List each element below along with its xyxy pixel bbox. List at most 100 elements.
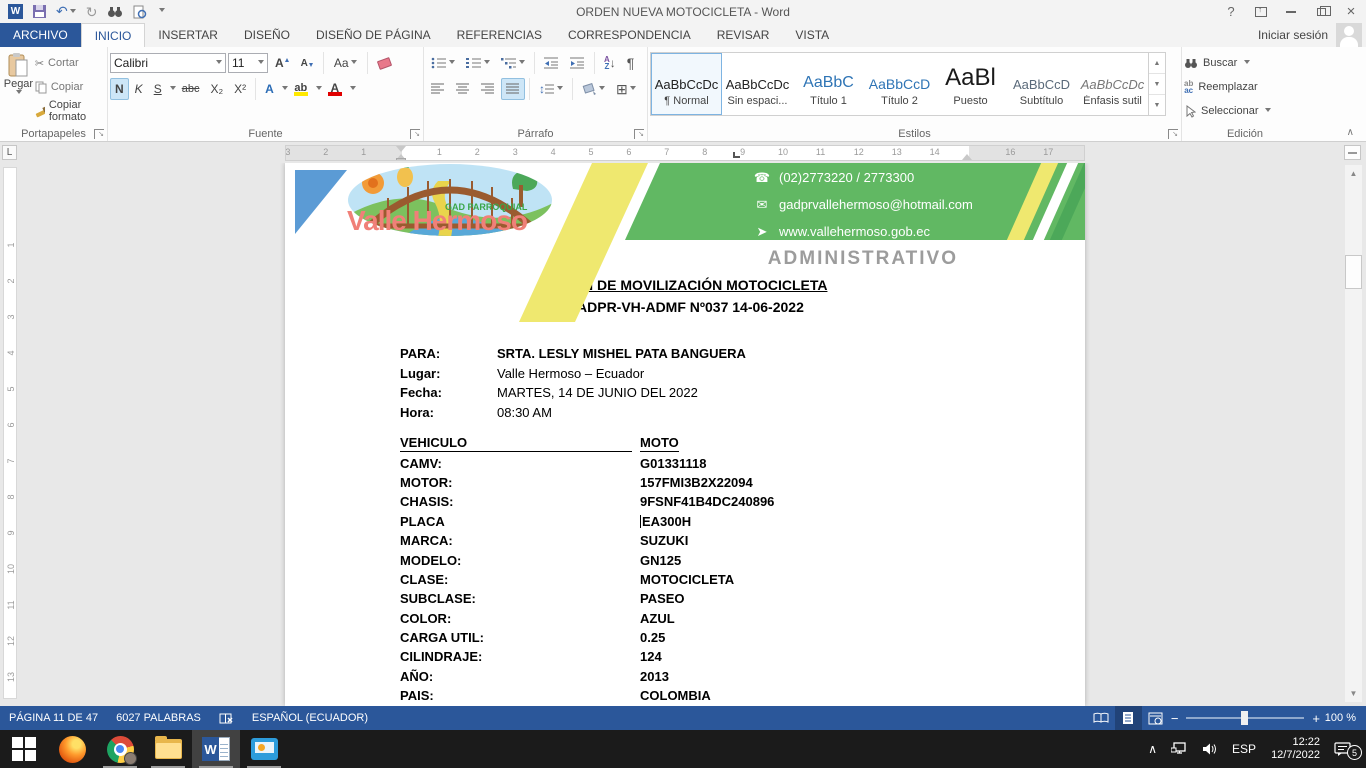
align-left-button[interactable] <box>426 78 450 100</box>
read-mode-button[interactable] <box>1088 706 1115 730</box>
tab-archivo[interactable]: ARCHIVO <box>0 23 81 47</box>
style-enfasis-sutil[interactable]: AaBbCcDcÉnfasis sutil <box>1077 53 1148 115</box>
shading-button[interactable] <box>577 78 610 100</box>
font-name-select[interactable]: Calibri <box>110 53 226 73</box>
find-icon[interactable] <box>107 5 123 18</box>
print-layout-button[interactable] <box>1115 706 1142 730</box>
right-indent-marker[interactable] <box>962 149 972 160</box>
strikethrough-button[interactable]: abc <box>177 78 205 100</box>
style-titulo-2[interactable]: AaBbCcDTítulo 2 <box>864 53 935 115</box>
action-center[interactable]: 5 <box>1328 741 1366 757</box>
tab-stop-marker[interactable] <box>733 152 740 158</box>
align-right-button[interactable] <box>476 78 500 100</box>
undo-button[interactable]: ↶ <box>56 4 76 19</box>
tab-selector[interactable]: L <box>2 145 17 160</box>
zoom-out-button[interactable]: − <box>1169 711 1181 726</box>
scroll-up-icon[interactable]: ▲ <box>1345 165 1362 182</box>
show-marks-button[interactable]: ¶ <box>622 52 640 74</box>
close-icon[interactable]: × <box>1336 0 1366 23</box>
grow-font-button[interactable]: A <box>270 52 294 74</box>
borders-button[interactable]: ⊞ <box>611 78 641 100</box>
v-ruler[interactable]: 1234567891011121314 <box>3 167 17 699</box>
tab-inicio[interactable]: INICIO <box>81 23 146 47</box>
zoom-level[interactable]: 100 % <box>1322 712 1366 724</box>
multilevel-list-button[interactable] <box>496 52 530 74</box>
style-puesto[interactable]: AaBlPuesto <box>935 53 1006 115</box>
keyboard-language[interactable]: ESP <box>1225 742 1263 756</box>
line-spacing-button[interactable]: ↕ <box>534 78 568 100</box>
superscript-button[interactable]: X² <box>229 78 251 100</box>
shrink-font-button[interactable]: A <box>296 52 318 74</box>
decrease-indent-button[interactable] <box>539 52 564 74</box>
avatar[interactable] <box>1336 23 1362 47</box>
zoom-in-button[interactable]: + <box>1310 711 1322 726</box>
sign-in-link[interactable]: Iniciar sesión <box>1258 28 1328 42</box>
redo-icon[interactable]: ↻ <box>86 5 98 19</box>
bullets-button[interactable] <box>426 52 460 74</box>
find-button[interactable]: Buscar <box>1184 52 1306 74</box>
tab-correspondencia[interactable]: CORRESPONDENCIA <box>555 23 704 47</box>
ribbon-display-icon[interactable] <box>1246 0 1276 23</box>
minimize-icon[interactable] <box>1276 0 1306 23</box>
taskbar-word[interactable]: W <box>192 730 240 768</box>
tab-referencias[interactable]: REFERENCIAS <box>444 23 555 47</box>
tray-clock[interactable]: 12:22 12/7/2022 <box>1263 736 1328 762</box>
paste-button[interactable]: Pegar <box>2 50 35 122</box>
gallery-more-icon[interactable]: ▼ <box>1149 95 1165 115</box>
style-subtitulo[interactable]: AaBbCcDSubtítulo <box>1006 53 1077 115</box>
text-effects-button[interactable]: A <box>260 78 279 100</box>
replace-button[interactable]: abacReemplazar <box>1184 76 1306 98</box>
cut-button[interactable]: ✂Cortar <box>35 52 105 74</box>
align-center-button[interactable] <box>451 78 475 100</box>
volume-icon[interactable] <box>1195 742 1225 756</box>
vertical-scrollbar[interactable]: ▲ ▼ <box>1345 165 1362 702</box>
help-icon[interactable]: ? <box>1216 0 1246 23</box>
increase-indent-button[interactable] <box>565 52 590 74</box>
tab-insertar[interactable]: INSERTAR <box>145 23 231 47</box>
tab-revisar[interactable]: REVISAR <box>704 23 783 47</box>
taskbar-chart-app[interactable] <box>240 730 288 768</box>
bold-button[interactable]: N <box>110 78 129 100</box>
tray-chevron-icon[interactable]: ∧ <box>1141 742 1164 756</box>
change-case-button[interactable]: Aa <box>329 52 362 74</box>
start-button[interactable] <box>0 730 48 768</box>
italic-button[interactable]: K <box>130 78 148 100</box>
select-button[interactable]: Seleccionar <box>1184 100 1306 122</box>
underline-button[interactable]: S <box>149 78 167 100</box>
qat-customize-icon[interactable] <box>159 8 165 15</box>
zoom-slider[interactable] <box>1186 717 1304 719</box>
word-count[interactable]: 6027 PALABRAS <box>107 706 210 730</box>
split-view-button[interactable] <box>1344 145 1361 160</box>
gallery-down-icon[interactable]: ▼ <box>1149 74 1165 95</box>
format-painter-button[interactable]: Copiar formato <box>35 100 105 122</box>
page-indicator[interactable]: PÁGINA 11 DE 47 <box>0 706 107 730</box>
justify-button[interactable] <box>501 78 525 100</box>
sort-button[interactable]: AZ↓ <box>599 52 621 74</box>
tab-diseno-pagina[interactable]: DISEÑO DE PÁGINA <box>303 23 444 47</box>
restore-icon[interactable] <box>1306 0 1336 23</box>
web-layout-button[interactable] <box>1142 706 1169 730</box>
scroll-down-icon[interactable]: ▼ <box>1345 685 1362 702</box>
scrollbar-thumb[interactable] <box>1345 255 1362 289</box>
taskbar-chrome[interactable] <box>96 730 144 768</box>
font-dialog-launcher[interactable]: ↘ <box>410 129 420 139</box>
numbering-button[interactable] <box>461 52 495 74</box>
language-indicator[interactable]: ESPAÑOL (ECUADOR) <box>243 706 377 730</box>
styles-dialog-launcher[interactable]: ↘ <box>1168 129 1178 139</box>
subscript-button[interactable]: X₂ <box>205 78 228 100</box>
font-size-select[interactable]: 11 <box>228 53 268 73</box>
zoom-slider-thumb[interactable] <box>1241 711 1248 725</box>
print-preview-icon[interactable] <box>133 5 147 19</box>
clipboard-dialog-launcher[interactable]: ↘ <box>94 129 104 139</box>
tab-diseno[interactable]: DISEÑO <box>231 23 303 47</box>
style-normal[interactable]: AaBbCcDc¶ Normal <box>651 53 722 115</box>
document-page[interactable]: ☎(02)2773220 / 2773300 ✉gadprvallehermos… <box>285 163 1085 706</box>
style-titulo-1[interactable]: AaBbCTítulo 1 <box>793 53 864 115</box>
h-ruler[interactable]: 32112345678910111213141617 <box>285 145 1085 161</box>
clear-formatting-button[interactable] <box>373 52 396 74</box>
gallery-up-icon[interactable]: ▲ <box>1149 53 1165 74</box>
taskbar-explorer[interactable] <box>144 730 192 768</box>
collapse-ribbon-icon[interactable]: ∧ <box>1347 127 1354 138</box>
font-color-button[interactable]: A <box>323 78 347 100</box>
proofing-icon[interactable] <box>210 706 243 730</box>
